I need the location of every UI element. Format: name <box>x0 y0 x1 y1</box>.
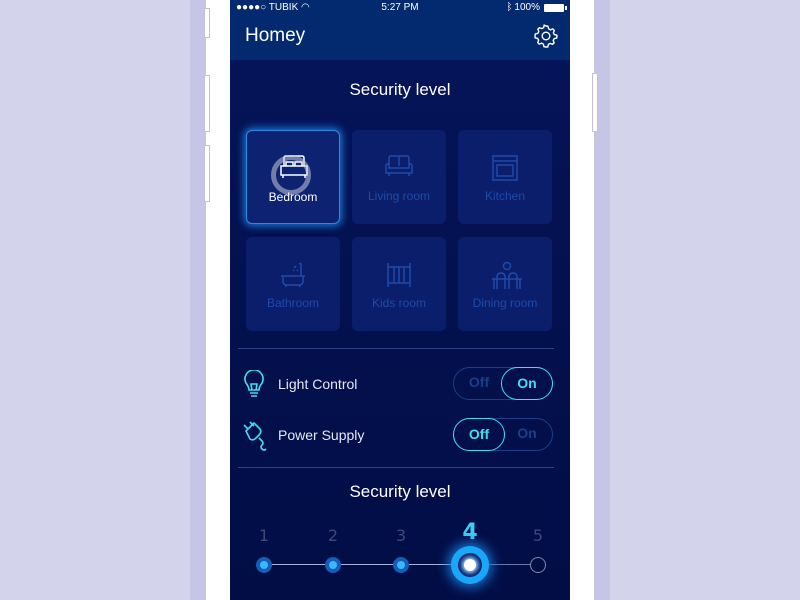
light-control-label: Light Control <box>278 376 358 392</box>
security-level-title: Security level <box>349 482 451 501</box>
room-label: Bedroom <box>268 190 318 204</box>
dining-icon <box>492 261 522 289</box>
light-control-toggle[interactable]: Off On <box>453 367 553 400</box>
room-tile-kids-room[interactable]: Kids room <box>352 237 446 331</box>
sofa-icon <box>385 155 413 176</box>
power-supply-toggle[interactable]: Off On <box>453 418 553 451</box>
power-off-option[interactable]: Off <box>453 418 505 451</box>
room-tile-bathroom[interactable]: Bathroom <box>246 237 340 331</box>
rooms-section-title: Security level <box>349 80 451 99</box>
room-tile-dining-room[interactable]: Dining room <box>458 237 552 331</box>
room-label: Dining room <box>472 296 538 310</box>
loading-ring <box>271 155 311 195</box>
lightbulb-icon <box>244 370 264 397</box>
level-dot-1[interactable] <box>256 557 272 573</box>
level-number-4: 4 <box>462 520 478 545</box>
status-right: ᛒ 100% <box>506 2 567 13</box>
slider-track-segment <box>272 564 325 565</box>
divider <box>238 467 554 468</box>
room-label: Kids room <box>371 296 427 310</box>
bluetooth-icon: ᛒ <box>506 2 513 13</box>
battery-icon <box>544 3 567 12</box>
light-off-option[interactable]: Off <box>453 367 505 400</box>
slider-track-segment <box>341 564 393 565</box>
level-number-2: 2 <box>327 526 339 545</box>
room-tile-bedroom[interactable]: Bedroom <box>246 130 340 224</box>
volume-down-button <box>204 145 210 202</box>
power-button <box>592 73 598 132</box>
power-on-option[interactable]: On <box>501 418 553 451</box>
oven-icon <box>492 155 518 181</box>
slider-thumb[interactable] <box>451 546 489 584</box>
security-level-slider[interactable]: 1 2 3 4 5 <box>230 520 570 590</box>
room-label: Living room <box>367 189 431 203</box>
app-screen: ●●●●○ TUBIK ◠ 5:27 PM ᛒ 100% Homey Secur… <box>230 0 570 600</box>
room-label: Kitchen <box>484 189 526 203</box>
settings-gear-icon[interactable] <box>534 24 558 48</box>
level-dot-2[interactable] <box>325 557 341 573</box>
light-on-option[interactable]: On <box>501 367 553 400</box>
crib-icon <box>387 263 411 287</box>
bathtub-icon <box>281 262 305 287</box>
app-title: Homey <box>245 25 306 46</box>
light-control-row: Light Control Off On <box>230 366 570 402</box>
plug-icon <box>243 421 267 451</box>
power-supply-label: Power Supply <box>278 427 365 443</box>
nav-bar: Homey <box>230 16 570 60</box>
room-tile-living-room[interactable]: Living room <box>352 130 446 224</box>
room-tile-kitchen[interactable]: Kitchen <box>458 130 552 224</box>
power-supply-row: Power Supply Off On <box>230 417 570 453</box>
mute-switch <box>204 8 210 38</box>
level-number-5: 5 <box>532 526 544 545</box>
status-bar: ●●●●○ TUBIK ◠ 5:27 PM ᛒ 100% <box>230 0 570 16</box>
level-number-3: 3 <box>395 526 407 545</box>
level-dot-5[interactable] <box>530 557 546 573</box>
volume-up-button <box>204 75 210 132</box>
divider <box>238 348 554 349</box>
battery-percent: 100% <box>514 2 540 13</box>
level-dot-3[interactable] <box>393 557 409 573</box>
level-number-1: 1 <box>258 526 270 545</box>
room-label: Bathroom <box>266 296 320 310</box>
